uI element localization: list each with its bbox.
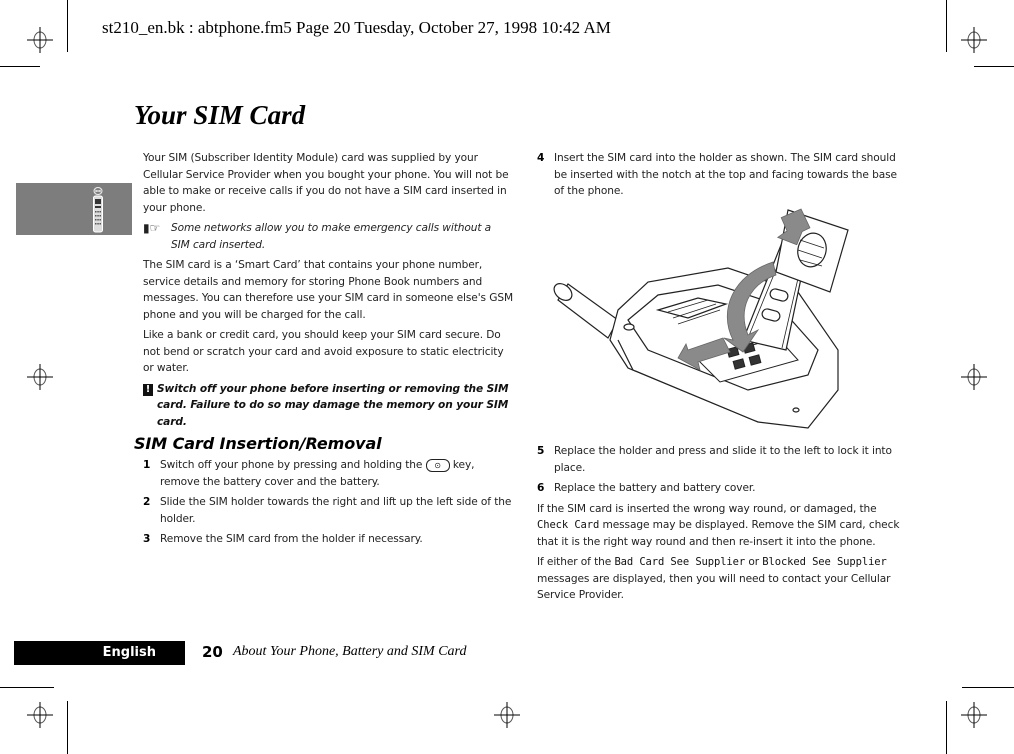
step-item: 6 Replace the battery and battery cover. — [537, 480, 907, 497]
step-number: 3 — [143, 533, 151, 545]
step-text: Switch off your phone by pressing and ho… — [160, 459, 423, 471]
step-item: 1 Switch off your phone by pressing and … — [143, 457, 513, 490]
check-card-paragraph: If the SIM card is inserted the wrong wa… — [537, 501, 907, 551]
registration-mark-icon — [27, 364, 53, 390]
step-number: 6 — [537, 482, 545, 494]
step-item: 3 Remove the SIM card from the holder if… — [143, 531, 513, 548]
display-message: Blocked See Supplier — [762, 556, 887, 568]
crop-mark — [946, 701, 947, 754]
crop-mark — [962, 687, 1014, 688]
crop-mark — [0, 66, 40, 67]
left-column: Your SIM (Subscriber Identity Module) ca… — [134, 150, 513, 552]
note-block: ▮☞ Some networks allow you to make emerg… — [143, 220, 513, 253]
phone-icon — [93, 187, 103, 233]
step-text: Insert the SIM card into the holder as s… — [554, 152, 897, 197]
registration-mark-icon — [494, 702, 520, 728]
paragraph-text: or — [748, 556, 760, 568]
step-text: Replace the holder and press and slide i… — [554, 445, 892, 474]
registration-mark-icon — [27, 702, 53, 728]
step-number: 4 — [537, 152, 545, 164]
step-text: Replace the battery and battery cover. — [554, 482, 756, 494]
antenna — [553, 283, 619, 339]
intro-paragraph: Your SIM (Subscriber Identity Module) ca… — [143, 152, 509, 214]
step-item: 2 Slide the SIM holder towards the right… — [143, 494, 513, 527]
step-number: 5 — [537, 445, 545, 457]
warning-text: Switch off your phone before inserting o… — [157, 382, 509, 428]
right-column-bottom: 5 Replace the holder and press and slide… — [537, 443, 907, 608]
note-text: Some networks allow you to make emergenc… — [171, 222, 492, 251]
display-message: Check Card — [537, 519, 600, 531]
step-text: Slide the SIM holder towards the right a… — [160, 496, 512, 525]
crop-mark — [67, 701, 68, 754]
exclamation-icon: ! — [143, 383, 153, 396]
step-item: 5 Replace the holder and press and slide… — [537, 443, 907, 476]
registration-mark-icon — [961, 364, 987, 390]
smart-card-paragraph: The SIM card is a ‘Smart Card’ that cont… — [143, 259, 513, 321]
crop-mark — [67, 0, 68, 52]
print-slug: st210_en.bk : abtphone.fm5 Page 20 Tuesd… — [102, 18, 611, 37]
warning-block: ! Switch off your phone before inserting… — [143, 381, 513, 431]
registration-mark-icon — [961, 702, 987, 728]
pointing-hand-icon: ▮☞ — [143, 221, 161, 235]
step-text: Remove the SIM card from the holder if n… — [160, 533, 423, 545]
secure-paragraph: Like a bank or credit card, you should k… — [143, 329, 504, 374]
section-heading: SIM Card Insertion/Removal — [134, 434, 382, 453]
footer-rule — [14, 665, 68, 666]
paragraph-text: If the SIM card is inserted the wrong wa… — [537, 502, 877, 515]
display-message: Bad Card See Supplier — [614, 556, 746, 568]
crop-mark — [946, 0, 947, 52]
right-column-top: 4 Insert the SIM card into the holder as… — [537, 150, 907, 204]
chapter-title: About Your Phone, Battery and SIM Card — [233, 644, 467, 659]
crop-mark — [0, 687, 54, 688]
power-key-icon: ⊙ — [425, 458, 450, 472]
page-title: Your SIM Card — [134, 100, 306, 130]
step-number: 1 — [143, 459, 151, 471]
crop-mark — [974, 66, 1014, 67]
step-number: 2 — [143, 496, 151, 508]
step-item: 4 Insert the SIM card into the holder as… — [537, 150, 907, 200]
registration-mark-icon — [961, 27, 987, 53]
page-number: 20 — [202, 643, 223, 661]
supplier-paragraph: If either of the Bad Card See Supplier o… — [537, 554, 907, 604]
paragraph-text: If either of the — [537, 556, 612, 568]
chapter-thumb-tab — [16, 183, 132, 235]
registration-mark-icon — [27, 27, 53, 53]
sim-card-insertion-illustration — [553, 208, 849, 429]
language-tab: English — [14, 641, 185, 665]
paragraph-text: messages are displayed, then you will ne… — [537, 572, 891, 602]
